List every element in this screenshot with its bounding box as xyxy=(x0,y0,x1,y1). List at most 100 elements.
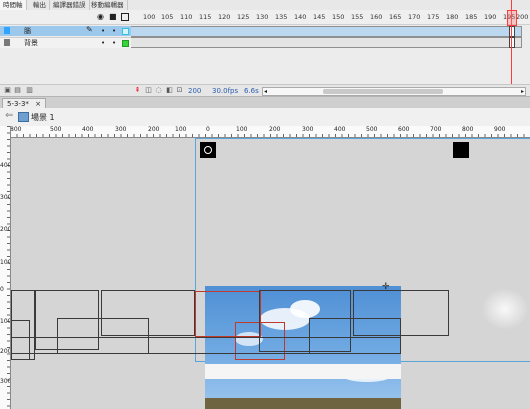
frame-number: 180 xyxy=(446,13,459,21)
keyframe-end[interactable] xyxy=(509,37,515,48)
new-folder-icon[interactable]: ▤ xyxy=(14,87,21,94)
frame-span-background[interactable] xyxy=(131,37,522,48)
lock-dot[interactable]: • xyxy=(112,38,116,48)
new-layer-icon[interactable]: ▣ xyxy=(4,87,11,94)
ruler-label: 200 xyxy=(0,348,11,355)
elapsed-time: 6.6s xyxy=(244,87,259,95)
frame-ruler[interactable]: 100 105 110 115 120 125 130 135 140 145 … xyxy=(131,10,530,24)
frame-number: 110 xyxy=(180,13,193,21)
ruler-label: 700 xyxy=(430,126,442,133)
ruler-label: 100 xyxy=(0,318,11,325)
edit-multiple-icon[interactable]: ◧ xyxy=(166,87,173,94)
ruler-label: 0 xyxy=(206,126,210,133)
ruler-label: 100 xyxy=(236,126,248,133)
registration-marker[interactable] xyxy=(200,142,216,158)
frame-number: 160 xyxy=(370,13,383,21)
outline-band[interactable] xyxy=(11,337,401,354)
timeline-panel: ◉ ■ 100 105 110 115 120 125 130 135 140 … xyxy=(0,0,530,97)
vertical-ruler[interactable]: 400 300 200 100 0 100 200 300 xyxy=(0,126,11,409)
ruler-label: 100 xyxy=(175,126,187,133)
frame-number: 130 xyxy=(256,13,269,21)
tab-timeline[interactable]: 時間軸 xyxy=(0,0,27,10)
outline-icon[interactable] xyxy=(121,13,129,21)
ruler-label: 0 xyxy=(0,286,4,293)
ruler-label: 200 xyxy=(269,126,281,133)
frame-number: 190 xyxy=(484,13,497,21)
frame-number: 150 xyxy=(332,13,345,21)
ruler-label: 400 xyxy=(0,162,11,169)
playhead[interactable] xyxy=(507,0,517,96)
keyframe-end[interactable] xyxy=(509,26,515,37)
layer-name: 腦 xyxy=(24,27,31,35)
frame-number: 115 xyxy=(199,13,212,21)
layer-icon xyxy=(4,27,10,34)
frame-number: 100 xyxy=(143,13,156,21)
scroll-right-icon[interactable]: ▸ xyxy=(521,88,524,95)
layer-row-background[interactable]: 背景 • • xyxy=(0,37,132,48)
stage-canvas[interactable]: ✛ xyxy=(11,138,530,409)
frame-number: 170 xyxy=(408,13,421,21)
registration-point-icon xyxy=(204,146,212,154)
close-icon[interactable]: × xyxy=(35,100,41,108)
outline-rect[interactable] xyxy=(101,290,195,336)
pencil-icon: ✎ xyxy=(86,25,93,34)
ruler-label: 300 xyxy=(302,126,314,133)
timeline-header: ◉ ■ 100 105 110 115 120 125 130 135 140 … xyxy=(0,10,530,25)
frame-number: 140 xyxy=(294,13,307,21)
ruler-label: 600 xyxy=(398,126,410,133)
tab-output[interactable]: 輸出 xyxy=(30,0,50,10)
scroll-left-icon[interactable]: ◂ xyxy=(264,88,267,95)
crosshair-cursor-icon: ✛ xyxy=(382,282,390,292)
onion-outline-icon[interactable]: ◌ xyxy=(155,87,162,94)
current-frame[interactable]: 200 xyxy=(188,87,201,95)
ruler-label: 300 xyxy=(0,378,11,385)
layer-row-brain[interactable]: 腦 ✎ • • xyxy=(0,25,132,36)
ruler-label: 200 xyxy=(148,126,160,133)
scroll-thumb[interactable] xyxy=(323,89,443,94)
lock-dot[interactable]: • xyxy=(112,26,116,36)
visibility-dot[interactable]: • xyxy=(101,26,105,36)
ruler-label: 300 xyxy=(0,194,11,201)
ruler-label: 500 xyxy=(366,126,378,133)
outline-color-swatch[interactable] xyxy=(122,28,129,35)
frame-number: 165 xyxy=(389,13,402,21)
frame-number: 105 xyxy=(161,13,174,21)
tab-motion-editor[interactable]: 移動編輯器 xyxy=(88,0,128,10)
tab-compiler-errors[interactable]: 編譯器錯誤 xyxy=(50,0,90,10)
document-tab-label: 5-3-3* xyxy=(7,100,29,108)
image-gap xyxy=(205,364,401,379)
scene-icon xyxy=(18,112,29,122)
frame-number: 175 xyxy=(427,13,440,21)
frame-number: 185 xyxy=(465,13,478,21)
frame-number: 125 xyxy=(237,13,250,21)
black-marker[interactable] xyxy=(453,142,469,158)
scene-label[interactable]: 場景 1 xyxy=(31,112,55,123)
frame-rate[interactable]: 30.0fps xyxy=(212,87,238,95)
ruler-label: 900 xyxy=(494,126,506,133)
delete-icon[interactable]: ▥ xyxy=(26,87,33,94)
frame-number: 145 xyxy=(313,13,326,21)
onion-skin-icon[interactable]: ◫ xyxy=(145,87,152,94)
frame-span-brain[interactable] xyxy=(131,26,522,37)
lock-icon[interactable]: ■ xyxy=(109,13,117,21)
frame-area[interactable] xyxy=(131,25,530,73)
center-frame-icon[interactable]: ⇞ xyxy=(134,87,141,94)
outline-color-swatch[interactable] xyxy=(122,40,129,47)
cloud-shape xyxy=(481,288,529,330)
onion-markers-icon[interactable]: ⊡ xyxy=(176,87,183,94)
frame-number: 155 xyxy=(351,13,364,21)
ruler-label: 400 xyxy=(334,126,346,133)
scene-bar: ⇐ 場景 1 xyxy=(0,108,530,127)
ruler-label: 800 xyxy=(10,126,22,133)
hill-shape xyxy=(205,398,401,409)
ruler-label: 400 xyxy=(82,126,94,133)
back-arrow-icon[interactable]: ⇐ xyxy=(5,111,13,121)
outline-rect[interactable] xyxy=(353,290,449,336)
playhead-handle[interactable] xyxy=(507,10,517,26)
horizontal-ruler[interactable]: 800 500 400 300 200 100 0 100 200 300 40… xyxy=(10,126,530,138)
eye-icon[interactable]: ◉ xyxy=(97,13,104,21)
timeline-scrollbar[interactable]: ◂ ▸ xyxy=(262,87,526,96)
visibility-dot[interactable]: • xyxy=(101,38,105,48)
layer-name: 背景 xyxy=(24,39,38,47)
frame-number: 135 xyxy=(275,13,288,21)
